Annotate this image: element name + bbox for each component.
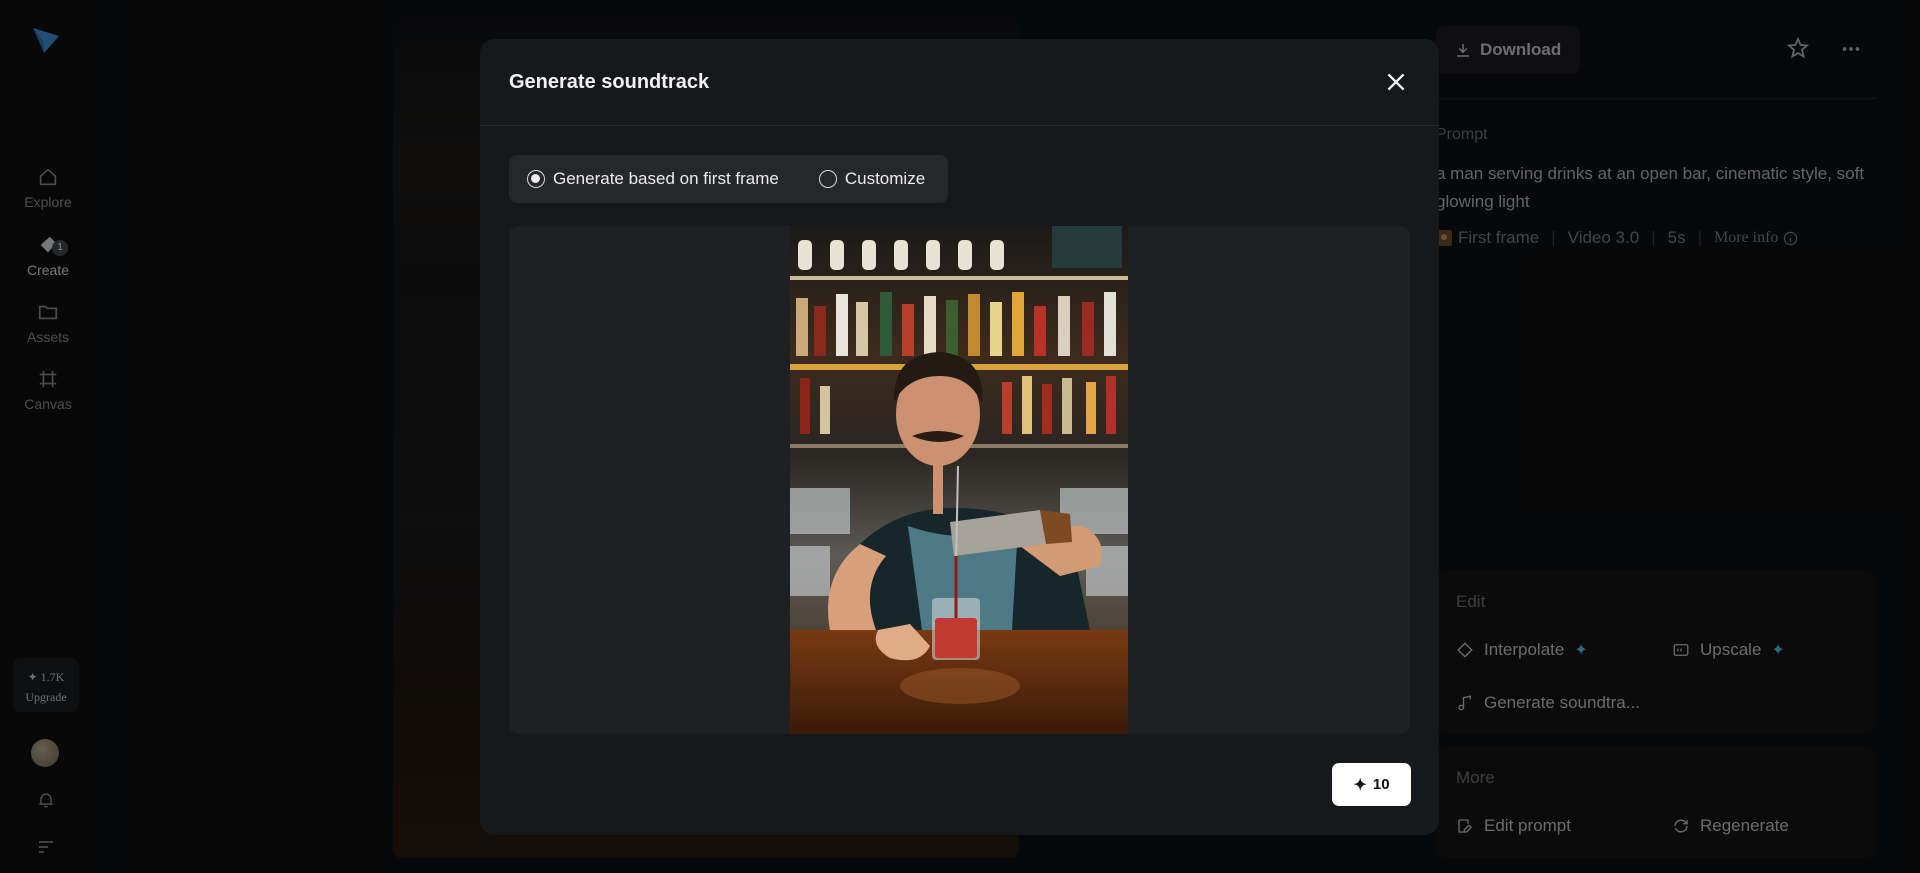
modal-divider bbox=[480, 125, 1439, 126]
generate-soundtrack-modal: Generate soundtrack Generate based on fi… bbox=[480, 39, 1439, 835]
first-frame-preview bbox=[509, 226, 1410, 734]
sparkle-icon: ✦ bbox=[1353, 776, 1367, 794]
first-frame-image bbox=[790, 226, 1128, 734]
radio-unchecked-icon bbox=[818, 170, 837, 188]
app-root: Explore 1 Create Assets Canvas ✦ 1.7K Up… bbox=[0, 0, 1920, 873]
generate-button[interactable]: ✦ 10 bbox=[1332, 763, 1411, 806]
radio-checked-icon bbox=[527, 170, 545, 188]
generate-cost: 10 bbox=[1372, 776, 1390, 793]
soundtrack-mode-selector: Generate based on first frame Customize bbox=[509, 155, 948, 203]
radio-customize-label: Customize bbox=[844, 169, 926, 188]
radio-generate-first-frame[interactable]: Generate based on first frame bbox=[527, 169, 779, 189]
radio-customize[interactable]: Customize bbox=[818, 169, 926, 189]
radio-generate-first-frame-label: Generate based on first frame bbox=[553, 169, 779, 188]
close-icon[interactable] bbox=[1383, 69, 1409, 95]
modal-title: Generate soundtrack bbox=[509, 71, 710, 93]
